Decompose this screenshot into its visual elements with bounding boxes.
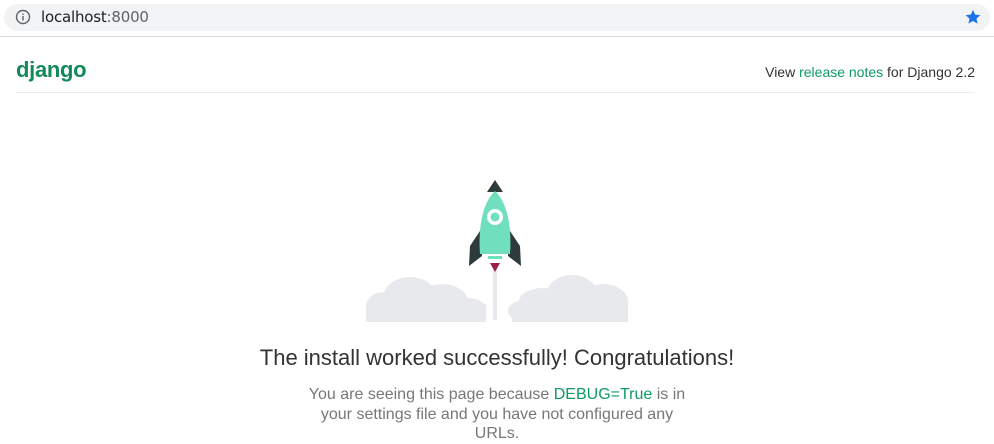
url-port: :8000 <box>106 8 149 26</box>
address-bar[interactable]: localhost:8000 <box>4 4 990 31</box>
url-text[interactable]: localhost:8000 <box>41 9 149 26</box>
rocket-base <box>488 256 502 259</box>
debug-setting: DEBUG=True <box>553 386 653 403</box>
django-logo[interactable]: django <box>16 57 87 83</box>
star-icon[interactable] <box>964 8 982 26</box>
page-header: django View release notes for Django 2.2 <box>16 56 975 93</box>
desc-prefix: You are seeing this page because <box>308 386 550 403</box>
rocket-flame <box>490 263 500 272</box>
success-description: You are seeing this page because DEBUG=T… <box>300 385 694 444</box>
success-title: The install worked successfully! Congrat… <box>259 345 735 371</box>
cloud-left <box>366 277 486 322</box>
exhaust-trail <box>493 268 497 320</box>
release-notes-link[interactable]: release notes <box>799 64 883 80</box>
release-prefix: View <box>765 64 796 80</box>
release-notes-text: View release notes for Django 2.2 <box>765 64 975 80</box>
toolbar-divider <box>0 36 994 37</box>
rocket-icon <box>366 180 628 322</box>
info-icon[interactable] <box>15 9 31 25</box>
rocket-illustration <box>360 176 636 326</box>
rocket-nose <box>487 180 503 192</box>
release-suffix: for Django 2.2 <box>887 64 975 80</box>
url-host: localhost <box>41 8 107 26</box>
cloud-right <box>508 275 628 322</box>
browser-toolbar: localhost:8000 <box>0 0 994 36</box>
